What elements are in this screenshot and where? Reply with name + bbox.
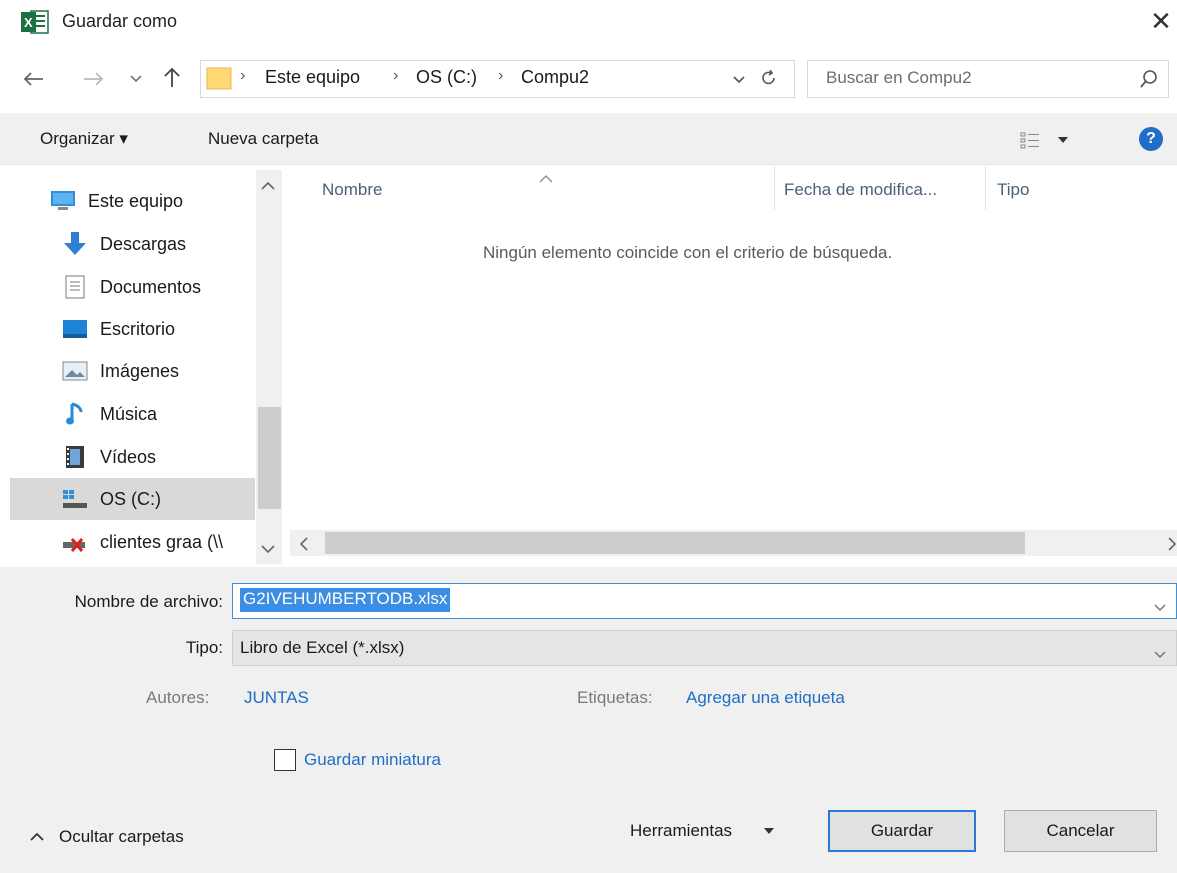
chevron-down-icon[interactable] [1154,597,1166,617]
scroll-up-icon[interactable] [261,176,275,196]
search-icon[interactable] [1138,68,1160,90]
breadcrumb-compu2[interactable]: Compu2 [521,67,589,88]
empty-state-message: Ningún elemento coincide con el criterio… [483,243,893,262]
sort-ascending-icon [539,168,553,188]
file-type-value: Libro de Excel (*.xlsx) [240,638,405,657]
breadcrumb-separator: › [240,67,246,84]
caret-down-icon [1058,137,1068,143]
up-button[interactable] [157,62,187,92]
chevron-down-icon [130,75,142,83]
column-header-type[interactable]: Tipo [997,180,1029,200]
new-folder-button[interactable]: Nueva carpeta [208,129,319,149]
horizontal-scrollbar-thumb[interactable] [325,532,1025,554]
breadcrumb-separator: › [498,67,504,84]
recent-locations-button[interactable] [127,64,145,94]
sidebar-item-label: Imágenes [100,360,180,381]
desktop-icon [62,316,88,342]
sidebar-item-label: Documentos [100,276,202,297]
sidebar-item-label: clientes graa (\\ [100,531,224,552]
sidebar-item-label: Vídeos [100,446,157,467]
music-icon [62,401,88,427]
tools-label: Herramientas [630,821,733,840]
save-thumbnail-label[interactable]: Guardar miniatura [304,750,441,770]
breadcrumb-este-equipo[interactable]: Este equipo [265,67,360,88]
window-title: Guardar como [62,11,178,31]
column-divider[interactable] [774,166,775,210]
breadcrumb-os-c[interactable]: OS (C:) [416,67,477,88]
sidebar-item-videos[interactable]: Vídeos [10,436,255,478]
help-icon[interactable]: ? [1139,127,1163,151]
hide-folders-button[interactable]: Ocultar carpetas [30,827,184,847]
authors-label: Autores: [146,688,210,707]
arrow-up-icon [164,67,180,87]
scroll-down-icon[interactable] [261,539,275,559]
chevron-up-icon [30,832,44,841]
caret-down-icon [764,828,775,834]
add-tag-link[interactable]: Agregar una etiqueta [686,688,845,708]
sidebar-item-escritorio[interactable]: Escritorio [10,308,255,350]
drive-icon [62,486,88,512]
command-bar [0,113,1177,165]
file-list[interactable] [287,166,1177,567]
back-button[interactable] [16,64,50,94]
tools-menu-button[interactable]: Herramientas [630,821,775,841]
videos-icon [62,444,88,470]
computer-icon [50,188,76,214]
sidebar-item-este-equipo[interactable]: Este equipo [10,180,255,222]
sidebar-item-label: OS (C:) [100,488,161,509]
filename-value[interactable]: G2IVEHUMBERTODB.xlsx [240,588,451,612]
sidebar-item-clientes-graa[interactable]: clientes graa (\\ [10,521,255,563]
documents-icon [62,274,88,300]
organize-menu-button[interactable]: Organizar ▾ [40,129,128,149]
arrow-right-icon [84,72,104,86]
chevron-down-icon[interactable] [1154,644,1166,664]
sidebar-item-label: Música [100,403,158,424]
folder-icon [206,65,232,91]
details-view-icon [1020,132,1039,149]
sidebar-item-musica[interactable]: Música [10,393,255,435]
view-options-button[interactable] [1020,128,1074,152]
search-placeholder: Buscar en Compu2 [826,68,972,87]
sidebar-item-documentos[interactable]: Documentos [10,266,255,308]
authors-value[interactable]: JUNTAS [244,688,309,708]
filename-label: Nombre de archivo: [74,592,223,611]
column-divider[interactable] [985,166,986,210]
type-label: Tipo: [185,638,223,657]
breadcrumb-separator: › [393,67,399,84]
chevron-down-icon [733,76,745,84]
column-header-name[interactable]: Nombre [322,180,382,200]
forward-button[interactable] [77,64,111,94]
sidebar-item-label: Este equipo [88,190,184,211]
close-icon: ✕ [1150,5,1172,36]
svg-text:X: X [24,15,33,30]
sidebar-item-label: Escritorio [100,318,176,339]
nav-scrollbar-thumb[interactable] [258,407,281,509]
column-header-date[interactable]: Fecha de modifica... [784,180,937,200]
pictures-icon [62,358,88,384]
sidebar-item-os-c[interactable]: OS (C:) [10,478,255,520]
scroll-right-icon[interactable] [1167,536,1177,556]
address-history-button[interactable] [729,65,749,95]
sidebar-item-imagenes[interactable]: Imágenes [10,350,255,392]
scroll-left-icon[interactable] [299,536,309,556]
close-button[interactable]: ✕ [1146,6,1176,36]
excel-icon: X [21,9,49,35]
sidebar-item-label: Descargas [100,233,187,254]
refresh-icon [762,70,775,85]
arrow-left-icon [23,72,43,86]
sidebar-item-descargas[interactable]: Descargas [10,223,255,265]
save-thumbnail-checkbox[interactable] [274,749,296,771]
save-button[interactable]: Guardar [828,810,976,852]
refresh-button[interactable] [757,64,781,94]
tags-label: Etiquetas: [577,688,653,707]
download-icon [62,231,88,257]
network-drive-disconnected-icon [62,529,88,555]
hide-folders-label: Ocultar carpetas [59,827,184,846]
cancel-button[interactable]: Cancelar [1004,810,1157,852]
